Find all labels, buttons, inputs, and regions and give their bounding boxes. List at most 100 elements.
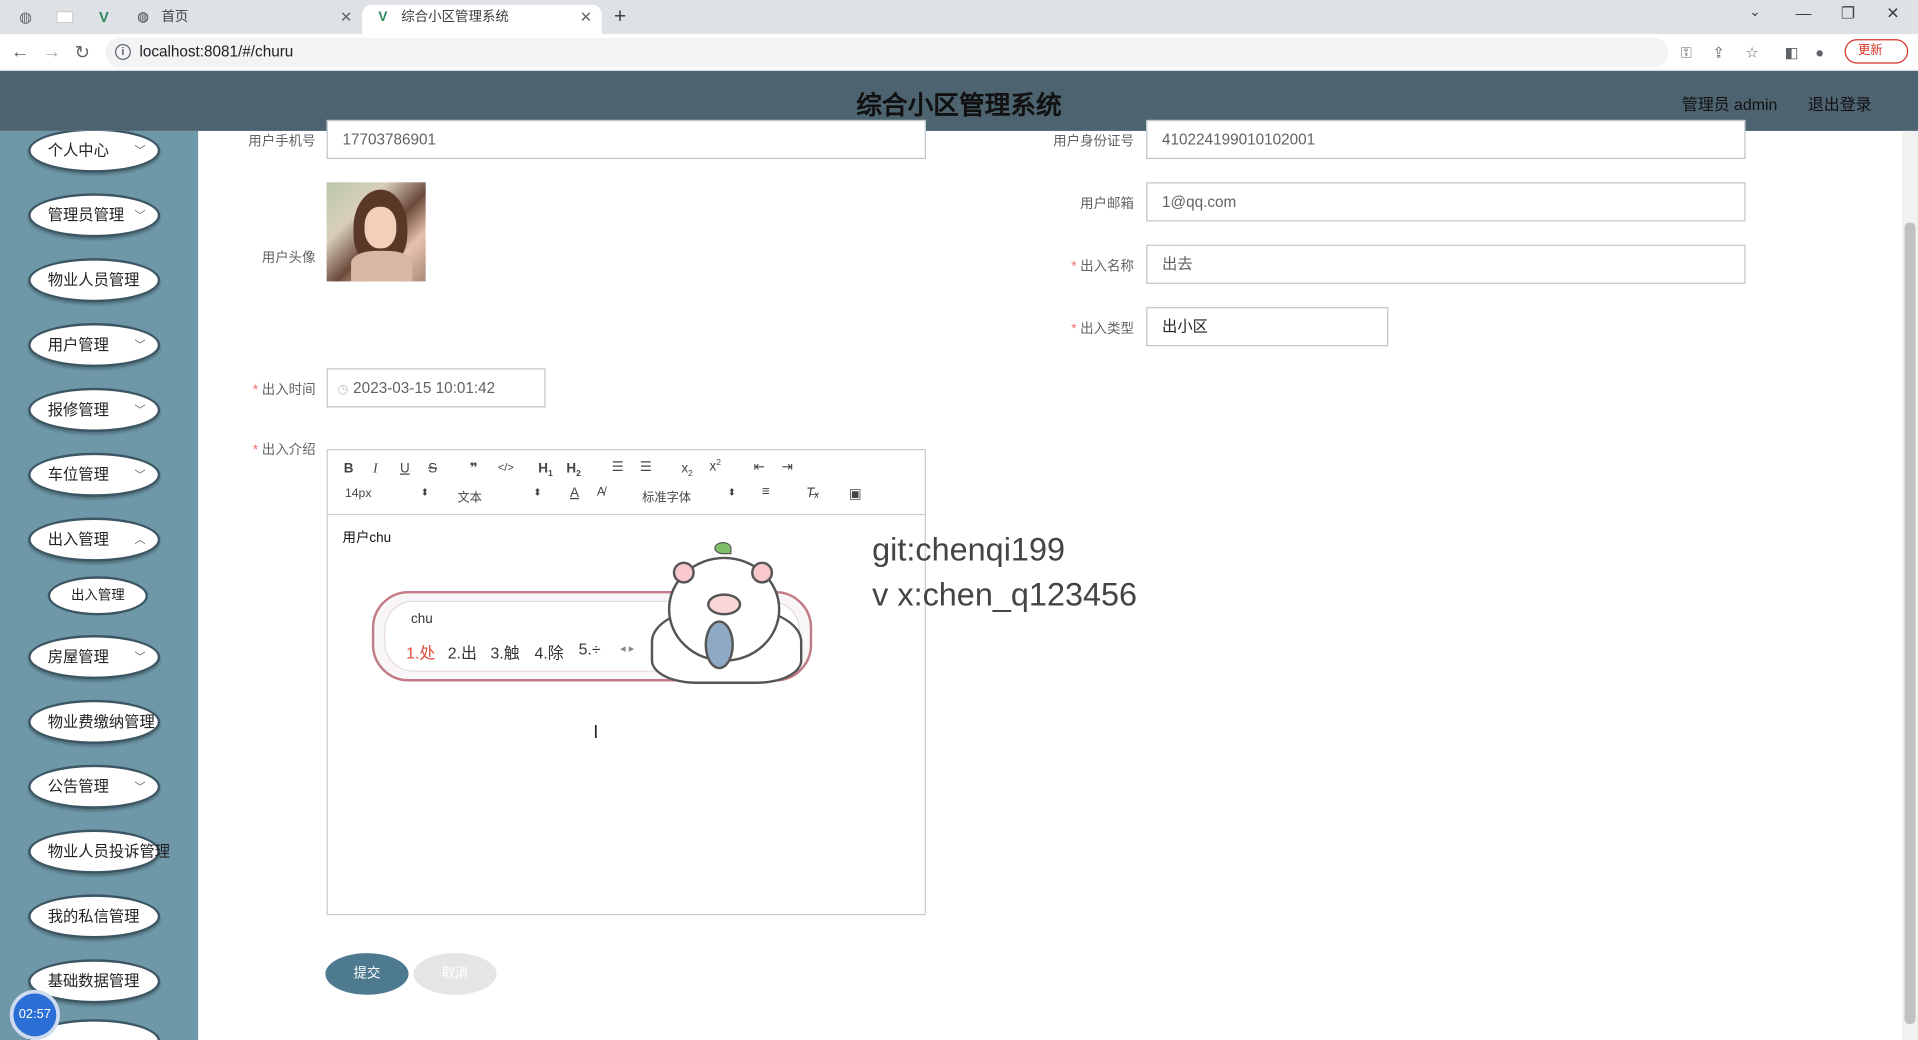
restore-button[interactable]: ❐ bbox=[1841, 4, 1855, 24]
email-input[interactable]: 1@qq.com bbox=[1146, 182, 1746, 222]
close-window-button[interactable]: ✕ bbox=[1886, 4, 1899, 24]
tab-title: 首页 bbox=[161, 9, 189, 25]
font-color-icon[interactable]: A bbox=[570, 486, 579, 501]
sidebar-item-label: 我的私信管理 bbox=[47, 907, 140, 925]
submit-button[interactable]: 提交 bbox=[325, 953, 409, 995]
forward-icon[interactable]: → bbox=[43, 42, 61, 63]
star-icon[interactable]: ☆ bbox=[1746, 44, 1759, 61]
phone-input[interactable]: 17703786901 bbox=[326, 119, 926, 160]
sidebar-item-housing[interactable]: 房屋管理 ﹀ bbox=[28, 635, 161, 680]
sidebar-item-personal-center[interactable]: 个人中心 ﹀ bbox=[28, 130, 161, 173]
block-format-value: 文本 bbox=[457, 491, 482, 506]
scrollbar-thumb[interactable] bbox=[1904, 222, 1916, 1025]
chevron-down-icon: ﹀ bbox=[134, 650, 146, 664]
new-tab-button[interactable]: + bbox=[614, 5, 626, 29]
indent-icon[interactable]: ⇥ bbox=[782, 459, 793, 475]
sidebar-item-parking[interactable]: 车位管理 ﹀ bbox=[28, 452, 161, 497]
access-intro-label-text: 出入介绍 bbox=[261, 442, 316, 458]
block-format-select[interactable]: 文本 ⬍ bbox=[457, 487, 543, 505]
bold-icon[interactable]: B bbox=[344, 461, 354, 476]
update-button[interactable]: 更新 bbox=[1844, 39, 1909, 64]
browser-tab-active[interactable]: V 综合小区管理系统 ✕ bbox=[362, 4, 602, 35]
ime-pinyin: chu bbox=[410, 611, 433, 627]
ime-candidate[interactable]: 1.处 bbox=[406, 640, 435, 663]
back-icon[interactable]: ← bbox=[11, 42, 29, 63]
vue-tab-icon[interactable]: V bbox=[95, 9, 112, 26]
sidebar: 个人中心 ﹀ 管理员管理 ﹀ 物业人员管理 用户管理 ﹀ 报修管理 ﹀ 车位管理 ﹀ 出入… bbox=[0, 130, 199, 1040]
image-icon[interactable]: ▣ bbox=[849, 486, 862, 502]
superscript-icon[interactable]: x2 bbox=[709, 459, 721, 474]
sidebar-item-label: 用户管理 bbox=[47, 336, 109, 354]
key-icon[interactable]: ⚿ bbox=[1681, 44, 1692, 62]
reload-icon[interactable]: ↻ bbox=[75, 42, 90, 64]
side-panel-icon[interactable]: ◧ bbox=[1785, 44, 1799, 61]
phone-label: 用户手机号 bbox=[248, 134, 316, 150]
select-arrow-icon: ⬍ bbox=[727, 486, 737, 498]
ime-page-arrows-icon[interactable]: ◂ ▸ bbox=[620, 642, 634, 655]
quote-icon[interactable]: ❞ bbox=[470, 460, 478, 476]
sidebar-item-property-staff[interactable]: 物业人员管理 bbox=[28, 258, 161, 303]
chevron-down-icon: ﹀ bbox=[134, 209, 146, 222]
sidebar-item-notice[interactable]: 公告管理 ﹀ bbox=[28, 764, 161, 809]
access-type-label: * 出入类型 bbox=[1071, 321, 1134, 337]
chevron-down-icon: ﹀ bbox=[134, 468, 146, 481]
background-color-icon[interactable]: A̸ bbox=[597, 486, 605, 499]
watermark-line1: git:chenqi199 bbox=[872, 531, 1065, 568]
sidebar-item-complaint[interactable]: 物业人员投诉管理 bbox=[28, 829, 170, 874]
sidebar-item-admin[interactable]: 管理员管理 ﹀ bbox=[28, 193, 161, 238]
code-icon[interactable]: </> bbox=[498, 461, 514, 473]
ime-candidate[interactable]: 5.÷ bbox=[579, 640, 601, 658]
strike-icon[interactable]: S bbox=[428, 461, 437, 476]
page-scrollbar[interactable] bbox=[1902, 130, 1918, 1040]
ime-candidate[interactable]: 4.除 bbox=[535, 640, 564, 663]
sidebar-item-repair[interactable]: 报修管理 ﹀ bbox=[28, 387, 161, 432]
globe-icon[interactable]: ◍ bbox=[17, 9, 34, 26]
access-name-label-text: 出入名称 bbox=[1080, 259, 1134, 275]
avatar[interactable] bbox=[326, 182, 426, 282]
sidebar-item-users[interactable]: 用户管理 ﹀ bbox=[28, 323, 161, 368]
minimize-button[interactable]: — bbox=[1796, 4, 1812, 22]
sidebar-item-label: 物业费缴纳管理 bbox=[47, 713, 155, 731]
sidebar-subitem-access[interactable]: 出入管理 bbox=[47, 576, 149, 616]
sidebar-item-fee[interactable]: 物业费缴纳管理 bbox=[28, 699, 161, 744]
tab-search-icon[interactable]: ⌄ bbox=[1749, 4, 1760, 20]
sidebar-item-label: 出入管理 bbox=[47, 531, 109, 549]
italic-icon[interactable]: I bbox=[373, 461, 377, 476]
ordered-list-icon[interactable]: ☰ bbox=[612, 459, 624, 475]
info-icon[interactable]: i bbox=[114, 44, 131, 60]
select-arrow-icon: ⬍ bbox=[533, 486, 542, 498]
blank-tab-icon[interactable] bbox=[56, 11, 74, 24]
logout-link[interactable]: 退出登录 bbox=[1808, 92, 1872, 115]
share-icon[interactable]: ⇪ bbox=[1712, 44, 1724, 61]
url-field[interactable]: i localhost:8081/#/churu bbox=[105, 37, 1669, 68]
heading1-icon[interactable]: H1 bbox=[538, 461, 553, 478]
subscript-icon[interactable]: x2 bbox=[681, 461, 693, 478]
ime-candidate[interactable]: 2.出 bbox=[448, 640, 477, 663]
underline-icon[interactable]: U bbox=[400, 461, 410, 476]
access-intro-label: * 出入介绍 bbox=[252, 442, 316, 458]
access-type-select[interactable]: 出小区 bbox=[1146, 307, 1389, 347]
font-size-select[interactable]: 14px ⬍ bbox=[345, 487, 431, 500]
ime-candidate[interactable]: 3.触 bbox=[491, 640, 520, 663]
sidebar-item-messages[interactable]: 我的私信管理 bbox=[28, 894, 161, 939]
align-icon[interactable]: ≡ bbox=[762, 485, 770, 500]
close-tab-icon[interactable]: ✕ bbox=[340, 5, 352, 29]
sidebar-item-access[interactable]: 出入管理 ︿ bbox=[28, 517, 161, 562]
browser-tab-home[interactable]: ◍ 首页 ✕ bbox=[122, 5, 362, 34]
access-time-label-text: 出入时间 bbox=[261, 382, 316, 398]
clear-format-icon[interactable]: T̶ₓ bbox=[806, 486, 819, 501]
close-tab-icon[interactable]: ✕ bbox=[580, 5, 592, 29]
font-family-select[interactable]: 标准字体 ⬍ bbox=[642, 487, 740, 505]
heading2-icon[interactable]: H2 bbox=[566, 461, 581, 478]
access-name-input[interactable]: 出去 bbox=[1146, 244, 1746, 284]
cancel-button[interactable]: 取消 bbox=[413, 953, 497, 995]
outdent-icon[interactable]: ⇤ bbox=[753, 459, 764, 475]
browser-tab-strip: ◍ V ◍ 首页 ✕ V 综合小区管理系统 ✕ + ⌄ — ❐ ✕ bbox=[0, 0, 1918, 35]
globe-icon: ◍ bbox=[137, 9, 149, 25]
chevron-up-icon: ︿ bbox=[134, 533, 146, 546]
access-time-picker[interactable]: ◷ 2023-03-15 10:01:42 bbox=[326, 368, 546, 408]
bullet-list-icon[interactable]: ☰ bbox=[640, 459, 652, 475]
profile-icon[interactable]: ● bbox=[1815, 44, 1824, 61]
idcard-input[interactable]: 410224199010102001 bbox=[1146, 119, 1746, 160]
font-family-value: 标准字体 bbox=[642, 491, 692, 506]
